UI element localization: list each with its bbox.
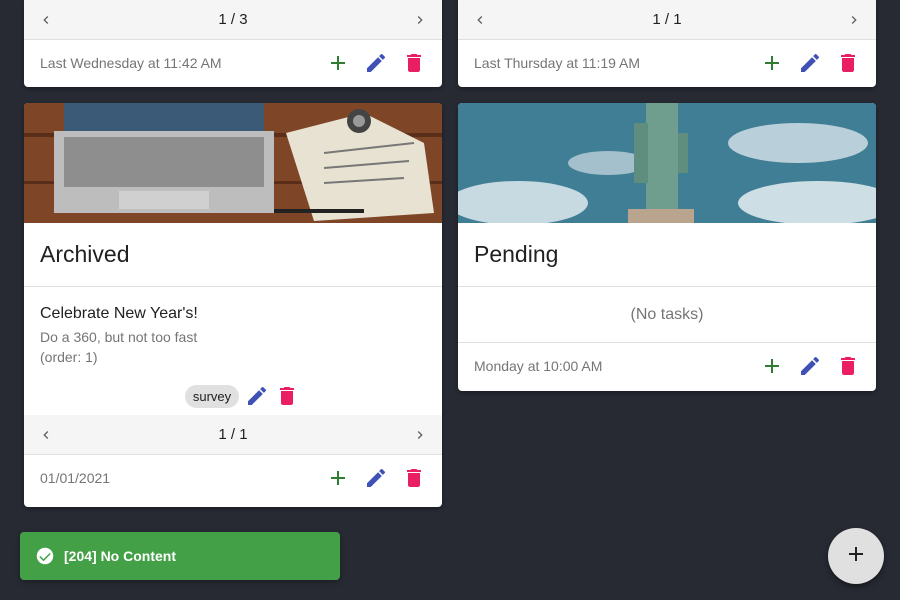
card-title: Pending (458, 223, 876, 287)
edit-icon[interactable] (798, 51, 822, 75)
pager-count: 1 / 3 (218, 11, 248, 28)
add-icon[interactable] (760, 354, 784, 378)
timestamp: Monday at 10:00 AM (474, 358, 603, 374)
pager: 1 / 3 (24, 0, 442, 40)
tag-chip[interactable]: survey (184, 384, 240, 408)
task-title: Celebrate New Year's! (40, 305, 198, 322)
delete-icon[interactable] (402, 466, 426, 490)
card-pending: Pending (No tasks) Monday at 10:00 AM (458, 103, 876, 391)
delete-icon[interactable] (402, 51, 426, 75)
laptop-desk-image (24, 103, 442, 223)
empty-tasks-text: (No tasks) (458, 287, 876, 343)
snackbar-message: [204] No Content (64, 548, 176, 564)
chevron-left-icon[interactable] (38, 12, 54, 28)
task-order: (order: 1) (40, 349, 98, 365)
card-footer: Monday at 10:00 AM (458, 343, 876, 389)
timestamp: 01/01/2021 (40, 470, 111, 486)
pager-count: 1 / 1 (652, 11, 682, 28)
task-item: Celebrate New Year's! Do a 360, but not … (24, 287, 442, 413)
add-icon[interactable] (326, 466, 350, 490)
card-top-right: 1 / 1 Last Thursday at 11:19 AM (458, 0, 876, 87)
card-footer: Last Wednesday at 11:42 AM (24, 40, 442, 86)
snackbar: [204] No Content (20, 532, 340, 580)
edit-icon[interactable] (364, 466, 388, 490)
statue-of-liberty-image (458, 103, 876, 223)
plus-icon (844, 542, 868, 571)
check-circle-icon (36, 547, 54, 565)
card-footer: 01/01/2021 (24, 455, 442, 501)
card-archived: Archived Celebrate New Year's! Do a 360,… (24, 103, 442, 507)
card-top-left: 1 / 3 Last Wednesday at 11:42 AM (24, 0, 442, 87)
add-icon[interactable] (760, 51, 784, 75)
pager: 1 / 1 (24, 415, 442, 455)
chevron-right-icon[interactable] (412, 12, 428, 28)
delete-task-icon[interactable] (275, 384, 299, 408)
timestamp: Last Wednesday at 11:42 AM (40, 55, 222, 71)
task-description: Do a 360, but not too fast (40, 329, 198, 345)
card-title: Archived (24, 223, 442, 287)
timestamp: Last Thursday at 11:19 AM (474, 55, 641, 71)
edit-icon[interactable] (798, 354, 822, 378)
delete-icon[interactable] (836, 51, 860, 75)
chevron-left-icon[interactable] (38, 427, 54, 443)
add-fab-button[interactable] (828, 528, 884, 584)
chevron-right-icon[interactable] (846, 12, 862, 28)
chevron-right-icon[interactable] (412, 427, 428, 443)
pager: 1 / 1 (458, 0, 876, 40)
card-footer: Last Thursday at 11:19 AM (458, 40, 876, 86)
delete-icon[interactable] (836, 354, 860, 378)
pager-count: 1 / 1 (218, 426, 248, 443)
edit-icon[interactable] (364, 51, 388, 75)
chevron-left-icon[interactable] (472, 12, 488, 28)
add-icon[interactable] (326, 51, 350, 75)
edit-task-icon[interactable] (245, 384, 269, 408)
